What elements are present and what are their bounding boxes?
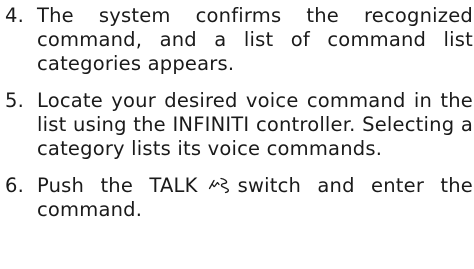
talk-switch-icon <box>208 175 232 195</box>
step-number: 4. <box>5 4 25 27</box>
step-4: 4. The system confirms the recognized co… <box>0 4 474 76</box>
step-number: 6. <box>5 174 25 197</box>
instruction-steps: 4. The system confirms the recognized co… <box>0 4 474 235</box>
step-text: Push the TALK switch and enter the comma… <box>37 174 473 222</box>
step-6: 6. Push the TALK switch and enter the co… <box>0 174 474 222</box>
step-text-before-icon: Push the TALK <box>37 174 198 197</box>
step-text: Locate your desired voice command in the… <box>37 89 473 160</box>
step-text: The system confirms the recognized comma… <box>37 4 473 75</box>
step-5: 5. Locate your desired voice command in … <box>0 89 474 161</box>
step-number: 5. <box>5 89 25 112</box>
